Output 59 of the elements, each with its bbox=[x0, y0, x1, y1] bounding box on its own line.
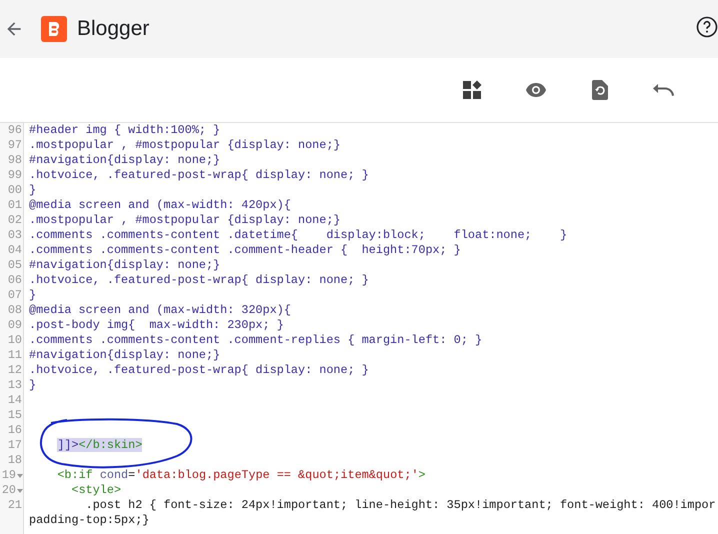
line-number: 16 bbox=[8, 423, 22, 438]
fold-icon[interactable] bbox=[17, 474, 23, 478]
line-number: 04 bbox=[8, 243, 22, 258]
code-line: .mostpopular , #mostpopular {display: none;} bbox=[29, 213, 340, 228]
code-line: .hotvoice, .featured-post-wrap{ display: none; } bbox=[29, 363, 369, 378]
code-line: .comments .comments-content .comment-header { height:70px; } bbox=[29, 243, 461, 258]
line-number: 18 bbox=[8, 453, 22, 468]
code-line: #header img { width:100%; } bbox=[29, 123, 220, 138]
code-line: .comments .comments-content .datetime{ display:block; float:none; } bbox=[29, 228, 568, 243]
line-number: 19 bbox=[2, 468, 16, 483]
code-line: } bbox=[29, 183, 36, 198]
line-number: 14 bbox=[8, 393, 22, 408]
code-line: @media screen and (max-width: 320px){ bbox=[29, 303, 291, 318]
line-number: 21 bbox=[8, 498, 22, 513]
app-title: Blogger bbox=[77, 16, 150, 42]
line-number: 03 bbox=[8, 228, 22, 243]
file-restore-icon bbox=[592, 80, 608, 100]
line-number: 12 bbox=[8, 363, 22, 378]
code-line: ]]></b:skin> bbox=[56, 438, 142, 453]
line-number: 06 bbox=[8, 273, 22, 288]
code-line: .mostpopular , #mostpopular {display: none;} bbox=[29, 138, 340, 153]
line-number: 15 bbox=[8, 408, 22, 423]
code-line: .hotvoice, .featured-post-wrap{ display: none; } bbox=[29, 168, 369, 183]
line-number: 17 bbox=[8, 438, 22, 453]
line-number: 07 bbox=[8, 288, 22, 303]
line-number: 05 bbox=[8, 258, 22, 273]
logo-icon bbox=[41, 16, 67, 42]
line-number: 96 bbox=[8, 123, 22, 138]
code-line: } bbox=[29, 288, 36, 303]
line-number: 13 bbox=[8, 378, 22, 393]
line-number: 97 bbox=[8, 138, 22, 153]
line-number: 20 bbox=[2, 483, 16, 498]
line-number: 99 bbox=[8, 168, 22, 183]
code-line: @media screen and (max-width: 420px){ bbox=[29, 198, 291, 213]
line-number: 08 bbox=[8, 303, 22, 318]
code-line: .post-body img{ max-width: 230px; } bbox=[29, 318, 284, 333]
code-line: <b:if cond='data:blog.pageType == &quot;item&quot;'> bbox=[56, 468, 426, 483]
line-number: 00 bbox=[8, 183, 22, 198]
code-line: #navigation{display: none;} bbox=[29, 153, 220, 168]
line-number: 11 bbox=[8, 348, 22, 363]
line-number: 02 bbox=[8, 213, 22, 228]
code-line: .post h2 { font-size: 24px!important; line-height: 35px!important; font-weight: 400!impor bbox=[84, 498, 716, 513]
help-button[interactable] bbox=[696, 16, 718, 38]
line-number: 98 bbox=[8, 153, 22, 168]
line-number: 09 bbox=[8, 318, 22, 333]
code-line: #navigation{display: none;} bbox=[29, 348, 220, 363]
fold-icon[interactable] bbox=[17, 488, 23, 492]
code-line: .comments .comments-content .comment-replies { margin-left: 0; } bbox=[29, 333, 482, 348]
line-number: 01 bbox=[8, 198, 22, 213]
line-number: 10 bbox=[8, 333, 22, 348]
help-icon bbox=[696, 16, 718, 38]
widgets-icon bbox=[462, 80, 482, 100]
code-line: padding-top:5px;} bbox=[28, 513, 150, 528]
code-line: } bbox=[29, 378, 36, 393]
code-line: <style> bbox=[70, 483, 122, 498]
eye-icon bbox=[525, 82, 547, 98]
code-line: #navigation{display: none;} bbox=[29, 258, 220, 273]
code-line: .hotvoice, .featured-post-wrap{ display: none; } bbox=[29, 273, 369, 288]
undo-icon bbox=[653, 83, 675, 97]
